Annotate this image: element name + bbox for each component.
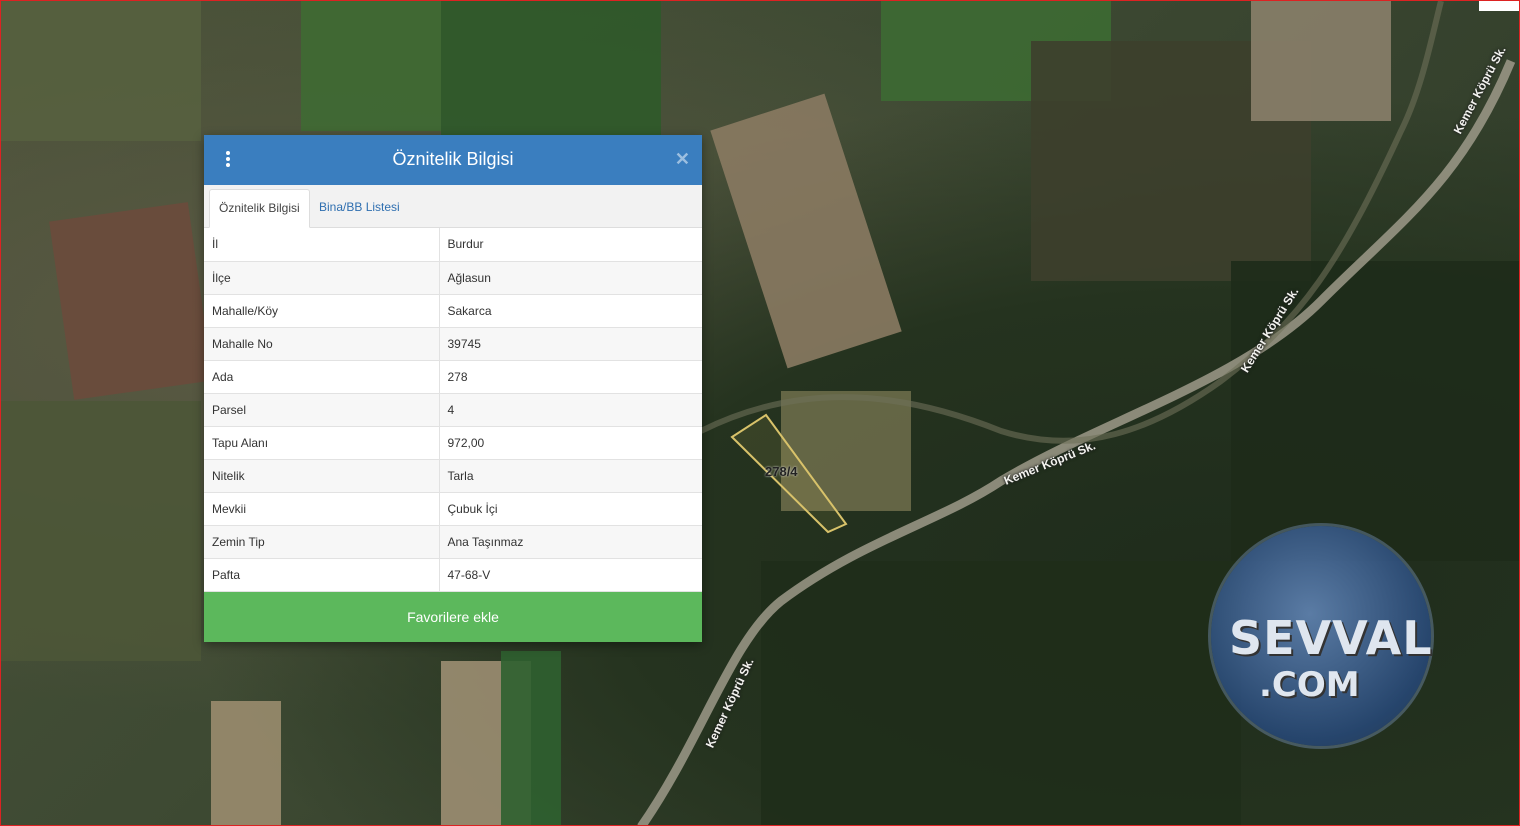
- attribute-key: Mahalle/Köy: [204, 294, 440, 328]
- attribute-key: Tapu Alanı: [204, 426, 440, 460]
- panel-title: Öznitelik Bilgisi: [392, 149, 514, 169]
- attribute-info-panel: Öznitelik Bilgisi ✕ Öznitelik Bilgisi Bi…: [204, 135, 702, 642]
- attribute-value: 47-68-V: [439, 558, 702, 592]
- attribute-key: İl: [204, 228, 440, 262]
- table-row: Parsel 4: [204, 393, 702, 427]
- attribute-value: Çubuk İçi: [439, 492, 702, 526]
- attribute-key: Mahalle No: [204, 327, 440, 361]
- tab-attribute-info[interactable]: Öznitelik Bilgisi: [209, 189, 310, 228]
- map-corner-control: [1479, 1, 1519, 11]
- attribute-value: Ağlasun: [439, 261, 702, 295]
- panel-header: Öznitelik Bilgisi ✕: [204, 135, 702, 185]
- attribute-value: 278: [439, 360, 702, 394]
- tab-building-list[interactable]: Bina/BB Listesi: [310, 189, 409, 226]
- attribute-key: Ada: [204, 360, 440, 394]
- attribute-value: Ana Taşınmaz: [439, 525, 702, 559]
- attribute-key: Pafta: [204, 558, 440, 592]
- attribute-key: Zemin Tip: [204, 525, 440, 559]
- attribute-key: Nitelik: [204, 459, 440, 493]
- table-row: Zemin Tip Ana Taşınmaz: [204, 525, 702, 559]
- attribute-table: İl Burdur İlçe Ağlasun Mahalle/Köy Sakarca Mah…: [204, 228, 702, 592]
- add-to-favorites-button[interactable]: Favorilere ekle: [204, 591, 702, 642]
- table-row: Tapu Alanı 972,00: [204, 426, 702, 460]
- attribute-value: Tarla: [439, 459, 702, 493]
- table-row: Mahalle No 39745: [204, 327, 702, 361]
- parcel-label: 278/4: [765, 464, 798, 479]
- watermark-text-domain: .COM: [1259, 665, 1360, 705]
- table-row: Pafta 47-68-V: [204, 558, 702, 592]
- watermark-text: SEVVAL: [1229, 611, 1433, 665]
- table-row: Ada 278: [204, 360, 702, 394]
- attribute-value: 39745: [439, 327, 702, 361]
- table-row: Mevkii Çubuk İçi: [204, 492, 702, 526]
- table-row: Nitelik Tarla: [204, 459, 702, 493]
- attribute-value: 972,00: [439, 426, 702, 460]
- panel-tabs: Öznitelik Bilgisi Bina/BB Listesi: [204, 185, 702, 228]
- attribute-key: İlçe: [204, 261, 440, 295]
- attribute-key: Mevkii: [204, 492, 440, 526]
- attribute-key: Parsel: [204, 393, 440, 427]
- table-row: Mahalle/Köy Sakarca: [204, 294, 702, 328]
- close-icon[interactable]: ✕: [675, 149, 690, 170]
- table-row: İlçe Ağlasun: [204, 261, 702, 295]
- attribute-value: Burdur: [439, 228, 702, 262]
- table-row: İl Burdur: [204, 228, 702, 262]
- attribute-value: Sakarca: [439, 294, 702, 328]
- attribute-value: 4: [439, 393, 702, 427]
